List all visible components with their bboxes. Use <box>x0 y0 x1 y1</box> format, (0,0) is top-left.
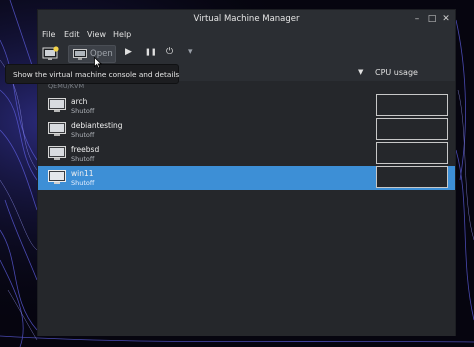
vm-status: Shutoff <box>71 131 95 139</box>
cpu-usage-header[interactable]: CPU usage <box>375 68 418 77</box>
open-button-tooltip: Show the virtual machine console and det… <box>5 64 179 84</box>
vm-row-freebsd[interactable]: freebsd Shutoff <box>38 142 455 166</box>
menu-view[interactable]: View <box>87 30 106 39</box>
vm-monitor-icon <box>48 122 66 136</box>
close-button[interactable]: ✕ <box>441 14 451 24</box>
vm-status: Shutoff <box>71 155 95 163</box>
open-button[interactable]: Open <box>68 45 116 63</box>
cpu-usage-graph <box>376 166 448 188</box>
sort-dropdown-icon[interactable]: ▼ <box>358 68 363 76</box>
power-icon[interactable]: ⏻ <box>166 47 173 57</box>
vm-monitor-icon <box>48 170 66 184</box>
cpu-usage-graph <box>376 118 448 140</box>
vm-row-debiantesting[interactable]: debiantesting Shutoff <box>38 118 455 142</box>
menubar: File Edit View Help <box>38 28 455 43</box>
maximize-button[interactable]: □ <box>427 14 437 24</box>
vm-status: Shutoff <box>71 179 95 187</box>
menu-help[interactable]: Help <box>113 30 131 39</box>
vm-list: QEMU/KVM arch Shutoff debiantesting Shut… <box>38 81 455 336</box>
vm-status: Shutoff <box>71 107 95 115</box>
cpu-usage-graph <box>376 142 448 164</box>
window-title: Virtual Machine Manager <box>193 14 300 24</box>
vm-monitor-icon <box>48 146 66 160</box>
mouse-cursor-icon <box>94 57 102 69</box>
menu-file[interactable]: File <box>42 30 55 39</box>
vm-monitor-icon <box>48 98 66 112</box>
menu-edit[interactable]: Edit <box>64 30 80 39</box>
chevron-down-icon[interactable]: ▾ <box>188 47 193 57</box>
vm-name: freebsd <box>71 145 100 154</box>
vm-name: arch <box>71 97 88 106</box>
pause-icon[interactable]: ❚❚ <box>145 48 157 56</box>
run-icon[interactable]: ▶ <box>125 47 132 57</box>
vm-row-arch[interactable]: arch Shutoff <box>38 94 455 118</box>
cpu-usage-graph <box>376 94 448 116</box>
minimize-button[interactable]: – <box>412 14 422 24</box>
vm-row-win11[interactable]: win11 Shutoff <box>38 166 455 190</box>
monitor-icon <box>73 49 87 60</box>
vm-name: debiantesting <box>71 121 123 130</box>
vm-name: win11 <box>71 169 94 178</box>
titlebar[interactable]: Virtual Machine Manager – □ ✕ <box>38 10 455 28</box>
new-vm-icon[interactable] <box>42 46 60 62</box>
